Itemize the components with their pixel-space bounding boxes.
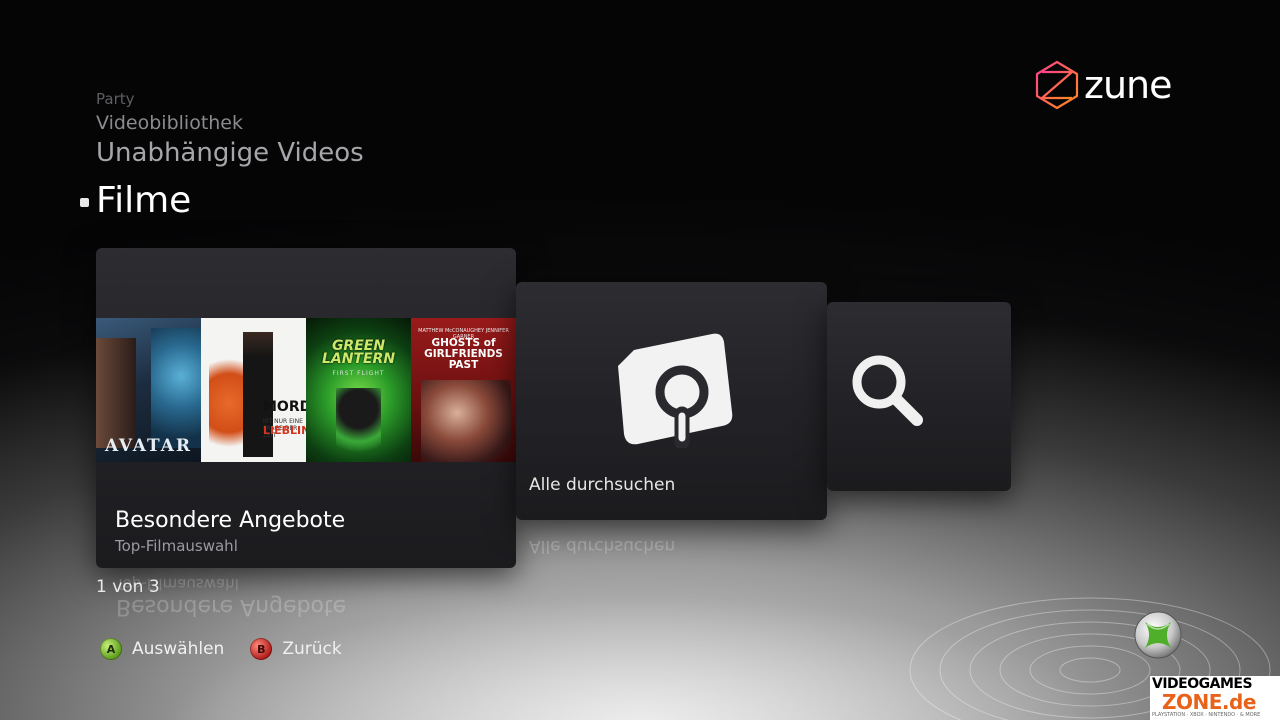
watermark-line3: PLAYSTATION · XBOX · NINTENDO · & MORE — [1152, 712, 1261, 718]
tag-search-icon — [618, 333, 733, 448]
poster-ghosts: MATTHEW McCONAUGHEY JENNIFER GARNER GHOS… — [411, 318, 516, 462]
select-label[interactable]: Auswählen — [132, 639, 224, 659]
zune-logo: zune — [1034, 60, 1172, 110]
xbox-logo-icon — [1134, 611, 1182, 659]
poster-strip: AVATAR MORD IST NUR EINE FRAGE DER ZEIT … — [96, 318, 516, 462]
poster-mord: MORD IST NUR EINE FRAGE DER ZEIT LIEBLIN… — [201, 318, 306, 462]
search-icon — [852, 355, 923, 426]
a-button-icon: A — [100, 638, 122, 660]
poster-avatar: AVATAR — [96, 318, 201, 462]
poster-mord-title: MORD — [263, 399, 306, 415]
poster-green-lantern-title: GREEN LANTERN — [321, 338, 396, 367]
poster-green-lantern: GREEN LANTERN FIRST FLIGHT — [306, 318, 411, 462]
videogameszone-watermark: VIDEOGAMES ZONE.de PLAYSTATION · XBOX · … — [1150, 676, 1280, 720]
tile-featured-subtitle: Top-Filmauswahl — [115, 537, 238, 555]
tile-besondere-angebote[interactable]: AVATAR MORD IST NUR EINE FRAGE DER ZEIT … — [96, 248, 516, 568]
browse-label-reflection: Alle durchsuchen — [529, 536, 676, 556]
pager-indicator: 1 von 3 — [96, 577, 160, 597]
breadcrumb-party[interactable]: Party — [96, 90, 364, 108]
current-indicator — [80, 198, 89, 207]
poster-avatar-title: AVATAR — [104, 436, 193, 456]
page-title: Filme — [80, 180, 191, 221]
tile-search[interactable] — [827, 302, 1011, 491]
featured-title-reflection: Besondere Angebote — [116, 594, 347, 619]
breadcrumb-unabhaengige-videos[interactable]: Unabhängige Videos — [96, 138, 364, 168]
watermark-line2: ZONE.de — [1162, 690, 1256, 714]
poster-green-lantern-subtitle: FIRST FLIGHT — [332, 370, 385, 377]
tile-alle-durchsuchen[interactable]: Alle durchsuchen — [516, 282, 827, 520]
zune-logo-icon — [1035, 60, 1079, 110]
page-title-text: Filme — [96, 180, 192, 221]
poster-ghosts-title: GHOSTS of GIRLFRIENDS PAST — [424, 337, 503, 371]
back-label[interactable]: Zurück — [282, 639, 341, 659]
breadcrumb: Party Videobibliothek Unabhängige Videos — [96, 90, 364, 174]
controller-legend: A Auswählen B Zurück — [100, 638, 368, 660]
tile-browse-label: Alle durchsuchen — [529, 475, 676, 495]
poster-mord-extra: LIEBLING — [263, 424, 306, 437]
b-button-icon: B — [250, 638, 273, 660]
breadcrumb-videobibliothek[interactable]: Videobibliothek — [96, 112, 364, 134]
tile-featured-title: Besondere Angebote — [115, 508, 346, 533]
zune-logo-text: zune — [1084, 63, 1172, 107]
